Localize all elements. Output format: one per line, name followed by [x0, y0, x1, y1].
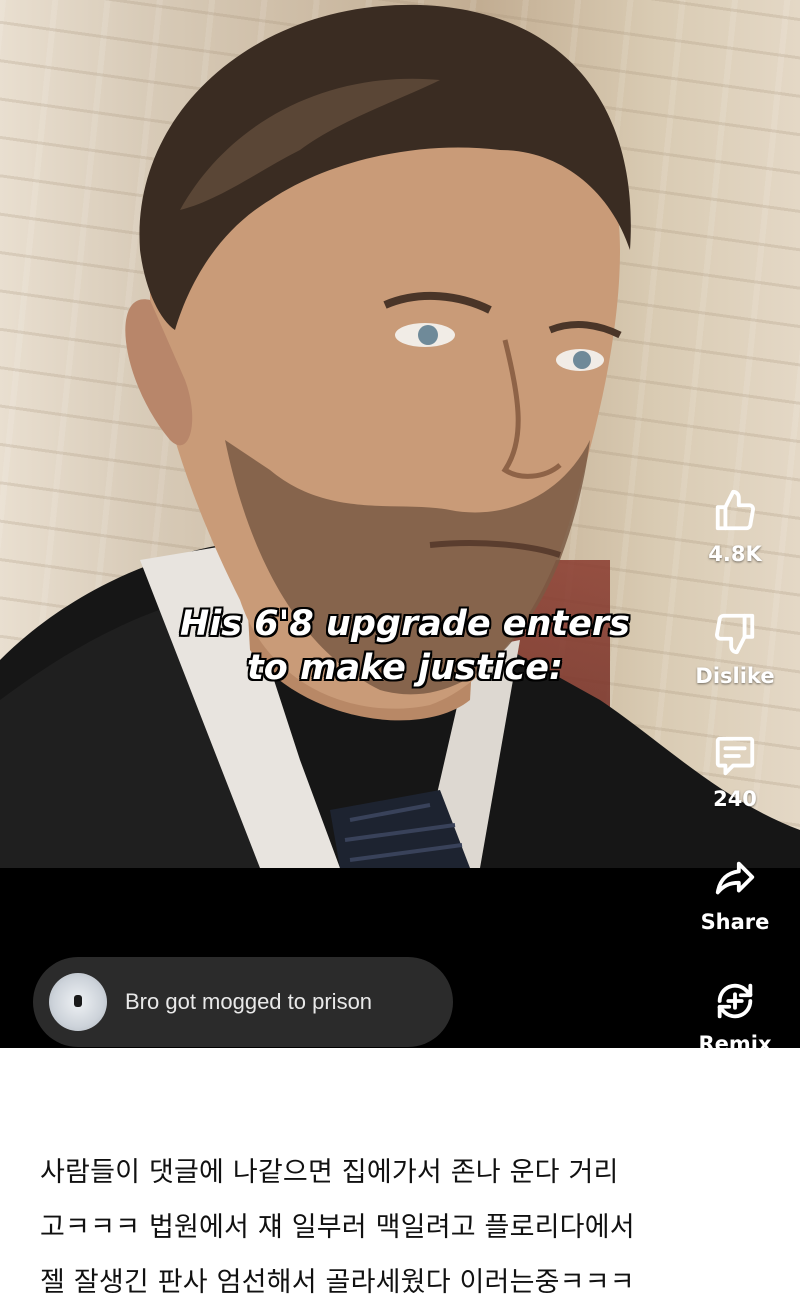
dislike-button[interactable]: Dislike [680, 610, 790, 688]
share-label: Share [700, 910, 770, 934]
top-comment-text: Bro got mogged to prison [125, 989, 373, 1014]
post-line-2: 고ㅋㅋㅋ 법원에서 쟤 일부러 맥일려고 플로리다에서 [40, 1212, 635, 1243]
comment-icon [715, 736, 755, 776]
remix-icon [717, 983, 753, 1019]
post-line-1: 사람들이 댓글에 나같으면 집에가서 존나 운다 거리 [40, 1157, 619, 1188]
caption-line-2: to make justice: [247, 648, 563, 688]
share-icon [715, 861, 755, 895]
post-body: 사람들이 댓글에 나같으면 집에가서 존나 운다 거리 고ㅋㅋㅋ 법원에서 쟤 … [40, 1145, 770, 1298]
top-comment-preview[interactable]: Bro got mogged to prison [33, 957, 453, 1047]
dislike-label: Dislike [695, 664, 775, 688]
thumbs-down-icon [715, 613, 755, 655]
video-caption: His 6'8 upgrade enters to make justice: [150, 602, 660, 690]
like-count: 4.8K [708, 542, 762, 566]
post-line-3: 젤 잘생긴 판사 엄선해서 골라세웠다 이러는중ㅋㅋㅋ [40, 1267, 635, 1298]
like-button[interactable]: 4.8K [680, 488, 790, 566]
remix-label: Remix [698, 1032, 772, 1048]
commenter-avatar [49, 973, 107, 1031]
share-button[interactable]: Share [680, 856, 790, 934]
comments-button[interactable]: 240 [680, 733, 790, 811]
comment-count: 240 [713, 787, 757, 811]
remix-button[interactable]: Remix [680, 978, 790, 1048]
shorts-video-player[interactable]: His 6'8 upgrade enters to make justice: … [0, 0, 800, 1048]
thumbs-up-icon [715, 489, 755, 531]
caption-line-1: His 6'8 upgrade enters [179, 604, 630, 644]
